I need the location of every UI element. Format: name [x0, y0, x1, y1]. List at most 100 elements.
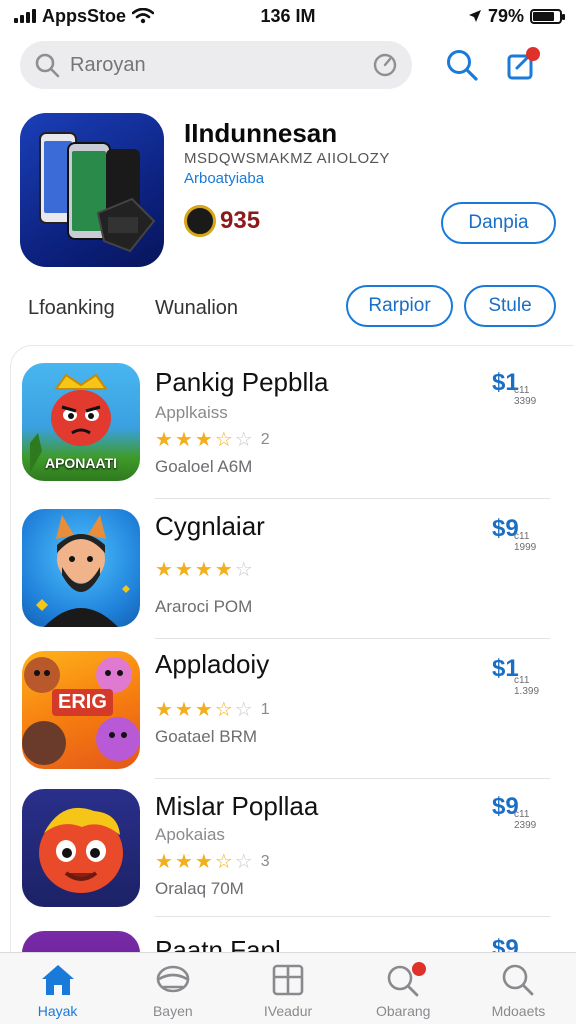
app-icon-4 — [22, 789, 140, 907]
tab-label: Hayak — [37, 1003, 78, 1019]
featured-app-icon — [20, 113, 164, 267]
status-bar: AppsStoe 136 IM 79% — [0, 0, 576, 32]
app-icon-3-caption: ERIG — [52, 689, 113, 716]
tab-bar: Hayak Bayen IVeadur Obarang Mdoaets — [0, 952, 576, 1024]
tab-games[interactable]: Bayen — [115, 953, 230, 1024]
tab-search[interactable]: Mdoaets — [461, 953, 576, 1024]
featured-subtitle: MSDQWSMAKMZ AIIOLOZY — [184, 150, 390, 167]
app-size: Goatael BRM — [155, 727, 258, 746]
box-icon — [272, 964, 304, 996]
app-icon-1: APONAATI — [22, 363, 140, 481]
app-icon-3: ERIG — [22, 651, 140, 769]
star-icon: ★ — [174, 699, 193, 721]
star-empty-icon: ☆ — [234, 699, 253, 721]
star-icon: ★ — [174, 429, 193, 451]
star-rating: ★ ★ ★ ★ ☆ — [155, 557, 253, 582]
app-price-sub: c11 2399 — [514, 809, 537, 831]
app-price-sub: c11 1.399 — [514, 675, 540, 697]
tab-today[interactable]: Hayak — [0, 953, 115, 1024]
app-size: Oralaq 70M — [155, 879, 244, 898]
app-list: APONAATI Pankig Pepblla Applkaiss ★ ★ ★ ☆ ☆ … — [0, 345, 576, 955]
filter-button-1[interactable]: Rarpior — [346, 285, 453, 327]
app-name: Pankig Pepblla — [155, 367, 329, 397]
battery-percent: 79% — [487, 5, 524, 26]
search-input[interactable] — [70, 53, 362, 77]
star-icon: ★ — [155, 851, 173, 873]
star-empty-icon: ☆ — [234, 851, 253, 873]
app-size: Araroci POM — [155, 597, 253, 616]
app-category: Apokaias — [155, 825, 225, 844]
star-half-icon: ☆ — [214, 851, 233, 873]
star-icon: ★ — [174, 559, 193, 581]
battery-icon — [530, 8, 565, 24]
hat-icon — [156, 965, 190, 993]
get-button[interactable]: Danpia — [441, 202, 556, 244]
home-icon — [41, 965, 74, 995]
star-icon: ★ — [155, 559, 173, 581]
star-icon: ★ — [194, 429, 213, 451]
notification-dot — [526, 47, 540, 61]
app-price-sub: c11 1999 — [514, 531, 537, 553]
tab-arcade[interactable]: Obarang — [346, 953, 461, 1024]
filter-row: Lfoanking Wunalion Rarpior Stule — [0, 285, 576, 335]
featured-rating: 935 — [184, 205, 260, 237]
star-icon: ★ — [155, 429, 173, 451]
featured-category[interactable]: Arboatyiaba — [184, 170, 264, 187]
star-icon: ★ — [155, 699, 173, 721]
notification-dot — [411, 962, 426, 976]
star-icon: ★ — [194, 699, 213, 721]
list-item[interactable]: ERIG Appladoiy ★ ★ ★ ☆ ☆ 1 Goatael BRM $1 c1… — [0, 639, 576, 779]
star-rating: ★ ★ ★ ☆ ☆ 2 — [155, 427, 270, 452]
star-half-icon: ☆ — [214, 429, 233, 451]
list-item[interactable]: Mislar Popllaa Apokaias ★ ★ ★ ☆ ☆ 3 Oralaq 7… — [0, 777, 576, 917]
rating-count: 1 — [260, 700, 270, 718]
tab-apps[interactable]: IVeadur — [230, 953, 345, 1024]
phones-icon — [39, 132, 156, 253]
featured-title: IIndunnesan — [184, 118, 338, 148]
search-icon — [35, 53, 60, 78]
star-rating: ★ ★ ★ ☆ ☆ 3 — [155, 849, 270, 874]
app-name: Cygnlaiar — [155, 511, 265, 541]
voice-search-icon[interactable] — [372, 52, 398, 78]
search-icon — [447, 50, 478, 81]
star-icon: ★ — [194, 559, 213, 581]
rating-count: 2 — [260, 430, 270, 448]
search-button[interactable] — [442, 45, 482, 85]
app-name: Mislar Popllaa — [155, 791, 319, 821]
row-divider — [155, 916, 550, 917]
carrier-label: AppsStoe — [42, 5, 127, 26]
status-right: 79% — [468, 5, 565, 27]
featured-rating-value: 935 — [220, 207, 261, 234]
filter-button-2[interactable]: Stule — [464, 285, 556, 327]
star-icon: ★ — [214, 559, 233, 581]
star-empty-icon: ☆ — [234, 559, 253, 581]
updates-button[interactable] — [502, 45, 542, 85]
app-icon-2 — [22, 509, 140, 627]
tab-label: Bayen — [152, 1003, 193, 1019]
search-bar[interactable] — [20, 41, 412, 89]
list-item[interactable]: APONAATI Pankig Pepblla Applkaiss ★ ★ ★ ☆ ☆ … — [0, 359, 576, 499]
rating-count: 3 — [260, 852, 270, 870]
filter-tab-location[interactable]: Wunalion — [155, 297, 238, 320]
search-icon — [503, 964, 534, 996]
star-half-icon: ☆ — [214, 699, 233, 721]
search-row — [20, 40, 560, 90]
featured-app[interactable]: IIndunnesan MSDQWSMAKMZ AIIOLOZY Arboaty… — [0, 110, 576, 280]
rating-badge-icon — [184, 205, 216, 237]
app-size: Goaloel A6M — [155, 457, 253, 476]
star-empty-icon: ☆ — [234, 429, 253, 451]
tab-label: Mdoaets — [491, 1003, 546, 1019]
list-item[interactable]: Cygnlaiar ★ ★ ★ ★ ☆ Araroci POM $9 c11 1999 — [0, 499, 576, 639]
app-icon-1-caption: APONAATI — [44, 455, 118, 471]
app-price-sub: c11 3399 — [514, 385, 537, 407]
tab-label: Obarang — [375, 1003, 431, 1019]
app-name: Appladoiy — [155, 649, 270, 679]
app-category: Applkaiss — [155, 403, 228, 422]
status-left: AppsStoe — [14, 6, 214, 27]
star-rating: ★ ★ ★ ☆ ☆ 1 — [155, 697, 270, 722]
location-arrow-icon — [468, 10, 481, 22]
star-icon: ★ — [174, 851, 193, 873]
filter-tab-ranking[interactable]: Lfoanking — [28, 297, 115, 320]
tab-label: IVeadur — [263, 1003, 313, 1019]
signal-icon — [14, 9, 36, 23]
